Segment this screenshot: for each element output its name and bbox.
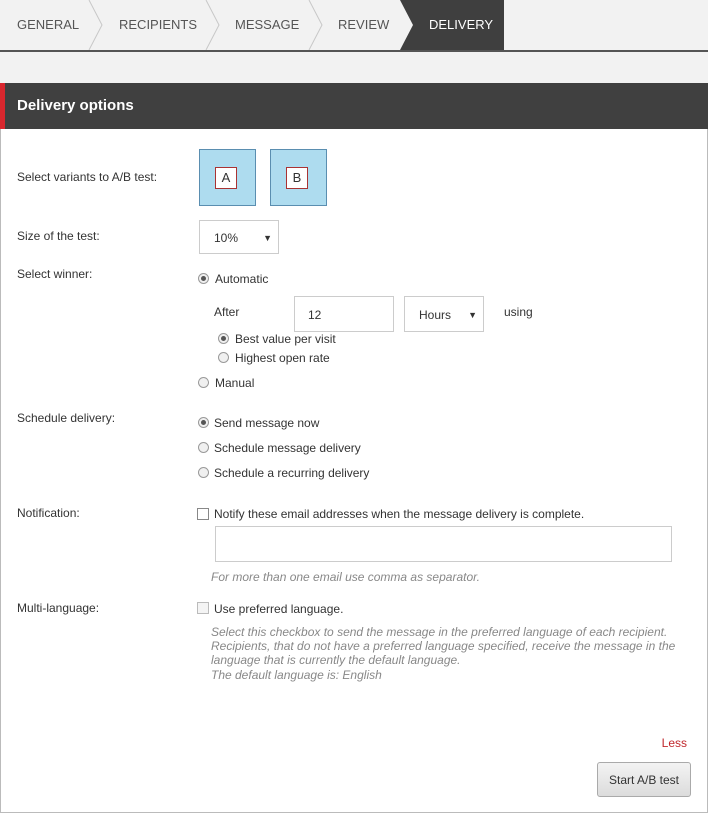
multilang-label: Multi-language: (17, 601, 100, 615)
less-link[interactable]: Less (662, 736, 687, 750)
tab-delivery-label: DELIVERY (429, 17, 494, 32)
size-select[interactable]: 10% ▼ (199, 220, 279, 254)
header-accent (0, 83, 5, 129)
multilang-hint-3: language that is currently the default l… (211, 653, 461, 667)
start-ab-test-button[interactable]: Start A/B test (597, 762, 691, 797)
tab-review[interactable]: REVIEW (324, 0, 402, 50)
schedule-label: Schedule delivery: (17, 411, 116, 425)
chevron-down-icon: ▼ (468, 310, 477, 320)
best-value-label: Best value per visit (235, 332, 336, 346)
highest-open-radio[interactable] (218, 352, 229, 363)
recurring-radio[interactable] (198, 467, 209, 478)
automatic-radio[interactable] (198, 273, 209, 284)
unit-select[interactable]: Hours ▼ (404, 296, 484, 332)
tab-recipients[interactable]: RECIPIENTS (104, 0, 204, 50)
using-label: using (504, 305, 533, 319)
size-label: Size of the test: (17, 229, 100, 243)
preferred-language-checkbox[interactable] (197, 602, 209, 614)
tab-recipients-label: RECIPIENTS (119, 17, 198, 32)
size-value: 10% (214, 231, 239, 245)
notification-label: Notification: (17, 506, 80, 520)
tab-review-label: REVIEW (338, 17, 390, 32)
tab-message-label: MESSAGE (235, 17, 300, 32)
preferred-language-label: Use preferred language. (214, 602, 344, 616)
variants-label: Select variants to A/B test: (17, 170, 158, 184)
tab-message[interactable]: MESSAGE (221, 0, 307, 50)
variant-a-tile[interactable]: A (199, 149, 256, 206)
spacer-strip (0, 52, 708, 83)
after-label: After (214, 305, 240, 319)
schedule-message-radio[interactable] (198, 442, 209, 453)
section-header: Delivery options (0, 83, 708, 129)
notify-hint: For more than one email use comma as sep… (211, 570, 481, 584)
notify-checkbox[interactable] (197, 508, 209, 520)
manual-radio[interactable] (198, 377, 209, 388)
best-value-radio[interactable] (218, 333, 229, 344)
chevron-down-icon: ▼ (263, 233, 272, 243)
variant-b-label: B (286, 167, 308, 189)
multilang-hint-2: Recipients, that do not have a preferred… (211, 639, 676, 653)
schedule-message-label: Schedule message delivery (214, 441, 361, 455)
manual-label: Manual (215, 376, 255, 390)
send-now-radio[interactable] (198, 417, 209, 428)
send-now-label: Send message now (214, 416, 320, 430)
notify-label: Notify these email addresses when the me… (214, 507, 585, 521)
variant-a-label: A (215, 167, 237, 189)
unit-value: Hours (419, 308, 452, 322)
wizard-tabs: GENERAL RECIPIENTS MESSAGE REVIEW DELIVE… (0, 0, 708, 52)
highest-open-label: Highest open rate (235, 351, 330, 365)
recurring-label: Schedule a recurring delivery (214, 466, 370, 480)
tab-separator-icon (88, 0, 103, 50)
tab-general-label: GENERAL (17, 17, 80, 32)
after-value: 12 (308, 308, 322, 322)
variant-b-tile[interactable]: B (270, 149, 327, 206)
tab-general[interactable]: GENERAL (0, 0, 92, 50)
tab-separator-icon (205, 0, 220, 50)
section-title: Delivery options (17, 97, 134, 114)
automatic-label: Automatic (215, 272, 269, 286)
tab-delivery[interactable]: DELIVERY (413, 0, 504, 50)
notify-email-input[interactable] (215, 526, 672, 562)
tab-separator-icon (308, 0, 323, 50)
after-input[interactable]: 12 (294, 296, 394, 332)
multilang-hint-1: Select this checkbox to send the message… (211, 625, 668, 639)
winner-label: Select winner: (17, 267, 93, 281)
multilang-hint-4: The default language is: English (211, 668, 382, 682)
